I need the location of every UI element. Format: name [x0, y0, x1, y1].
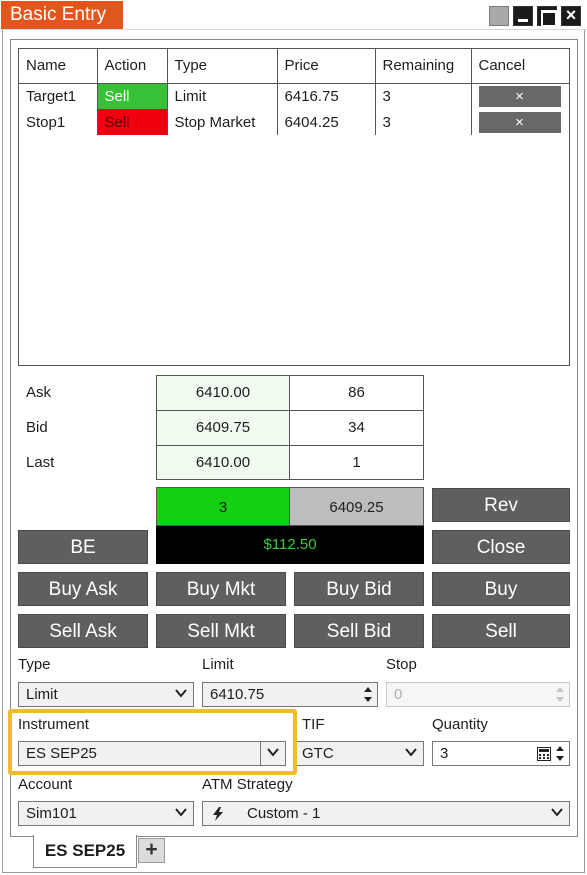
- column-header-cancel[interactable]: Cancel: [471, 49, 569, 84]
- tif-select[interactable]: GTC: [294, 741, 424, 766]
- account-label: Account: [18, 776, 73, 793]
- column-header-action[interactable]: Action: [97, 49, 168, 84]
- last-price: 6410.00: [156, 445, 290, 480]
- buy-bid-button[interactable]: Buy Bid: [294, 572, 424, 606]
- order-type: Stop Market: [167, 109, 278, 135]
- order-type-value: Limit: [26, 686, 58, 703]
- sell-bid-button[interactable]: Sell Bid: [294, 614, 424, 648]
- order-action: Sell: [97, 109, 168, 135]
- order-action: Sell: [97, 83, 168, 109]
- chevron-down-icon: [175, 689, 187, 698]
- spinner-arrows-icon: [556, 687, 564, 702]
- tif-label: TIF: [302, 716, 325, 733]
- orders-header-row: Name Action Type Price Remaining Cancel: [19, 49, 569, 84]
- ask-label: Ask: [26, 384, 52, 401]
- atm-strategy-label: ATM Strategy: [202, 776, 293, 793]
- order-price[interactable]: 6416.75: [277, 83, 376, 109]
- tif-value: GTC: [302, 745, 334, 762]
- buy-market-button[interactable]: Buy Mkt: [156, 572, 286, 606]
- order-row[interactable]: Stop1 Sell Stop Market 6404.25 3 ×: [19, 109, 569, 135]
- lightning-icon: [213, 807, 223, 821]
- close-position-button[interactable]: Close: [432, 530, 570, 564]
- orders-grid: Name Action Type Price Remaining Cancel …: [18, 48, 570, 366]
- atm-strategy-select[interactable]: Custom - 1: [202, 801, 570, 826]
- column-header-type[interactable]: Type: [167, 49, 278, 84]
- title-bar: Basic Entry ×: [0, 0, 587, 30]
- close-button[interactable]: ×: [561, 6, 581, 26]
- column-header-name[interactable]: Name: [19, 49, 98, 84]
- quantity-label: Quantity: [432, 716, 488, 733]
- account-value: Sim101: [26, 805, 77, 822]
- calculator-icon[interactable]: [537, 747, 551, 761]
- spinner-arrows-icon[interactable]: [363, 684, 373, 705]
- order-remaining: 3: [375, 83, 472, 109]
- order-type: Limit: [167, 83, 278, 109]
- last-size: 1: [289, 445, 424, 480]
- limit-label: Limit: [202, 656, 234, 673]
- order-type-select[interactable]: Limit: [18, 682, 194, 707]
- bid-label: Bid: [26, 419, 48, 436]
- account-select[interactable]: Sim101: [18, 801, 194, 826]
- quantity-input[interactable]: 3: [432, 741, 570, 766]
- limit-price-value: 6410.75: [210, 686, 265, 703]
- bid-size: 34: [289, 410, 424, 446]
- cancel-order-button[interactable]: ×: [478, 85, 561, 107]
- order-cancel-cell: ×: [471, 109, 569, 135]
- minimize-button[interactable]: [513, 6, 533, 26]
- ask-price: 6410.00: [156, 375, 290, 411]
- order-remaining: 3: [375, 109, 472, 135]
- type-label: Type: [18, 656, 51, 673]
- limit-price-input[interactable]: 6410.75: [202, 682, 378, 707]
- buy-button[interactable]: Buy: [432, 572, 570, 606]
- order-row[interactable]: Target1 Sell Limit 6416.75 3 ×: [19, 83, 569, 109]
- spinner-arrows-icon[interactable]: [555, 743, 565, 764]
- chevron-down-icon: [405, 748, 417, 757]
- stop-price-value: 0: [394, 686, 403, 703]
- reverse-button[interactable]: Rev: [432, 488, 570, 522]
- window-title: Basic Entry: [1, 1, 123, 29]
- cancel-order-button[interactable]: ×: [478, 111, 561, 133]
- order-price[interactable]: 6404.25: [277, 109, 376, 135]
- window-options-button[interactable]: [489, 6, 509, 26]
- stop-price-input: 0: [386, 682, 570, 707]
- buy-ask-button[interactable]: Buy Ask: [18, 572, 148, 606]
- sell-ask-button[interactable]: Sell Ask: [18, 614, 148, 648]
- position-avg-price: 6409.25: [289, 487, 424, 526]
- bid-price: 6409.75: [156, 410, 290, 446]
- position-quantity: 3: [156, 487, 290, 526]
- column-header-price[interactable]: Price: [277, 49, 376, 84]
- position-pnl: $112.50: [156, 526, 424, 564]
- quantity-value: 3: [440, 745, 449, 762]
- instrument-highlight-box: [8, 709, 297, 775]
- chevron-down-icon: [551, 808, 563, 817]
- sell-market-button[interactable]: Sell Mkt: [156, 614, 286, 648]
- instrument-tab[interactable]: ES SEP25: [33, 835, 137, 868]
- order-cancel-cell: ×: [471, 83, 569, 109]
- order-name: Target1: [19, 83, 98, 109]
- sell-button[interactable]: Sell: [432, 614, 570, 648]
- maximize-button[interactable]: [537, 6, 557, 27]
- last-label: Last: [26, 454, 55, 471]
- chevron-down-icon: [175, 808, 187, 817]
- stop-label: Stop: [386, 656, 417, 673]
- order-name: Stop1: [19, 109, 98, 135]
- column-header-remaining[interactable]: Remaining: [375, 49, 472, 84]
- add-tab-button[interactable]: +: [138, 838, 165, 863]
- ask-size: 86: [289, 375, 424, 411]
- atm-strategy-value: Custom - 1: [247, 805, 321, 822]
- breakeven-button[interactable]: BE: [18, 530, 148, 564]
